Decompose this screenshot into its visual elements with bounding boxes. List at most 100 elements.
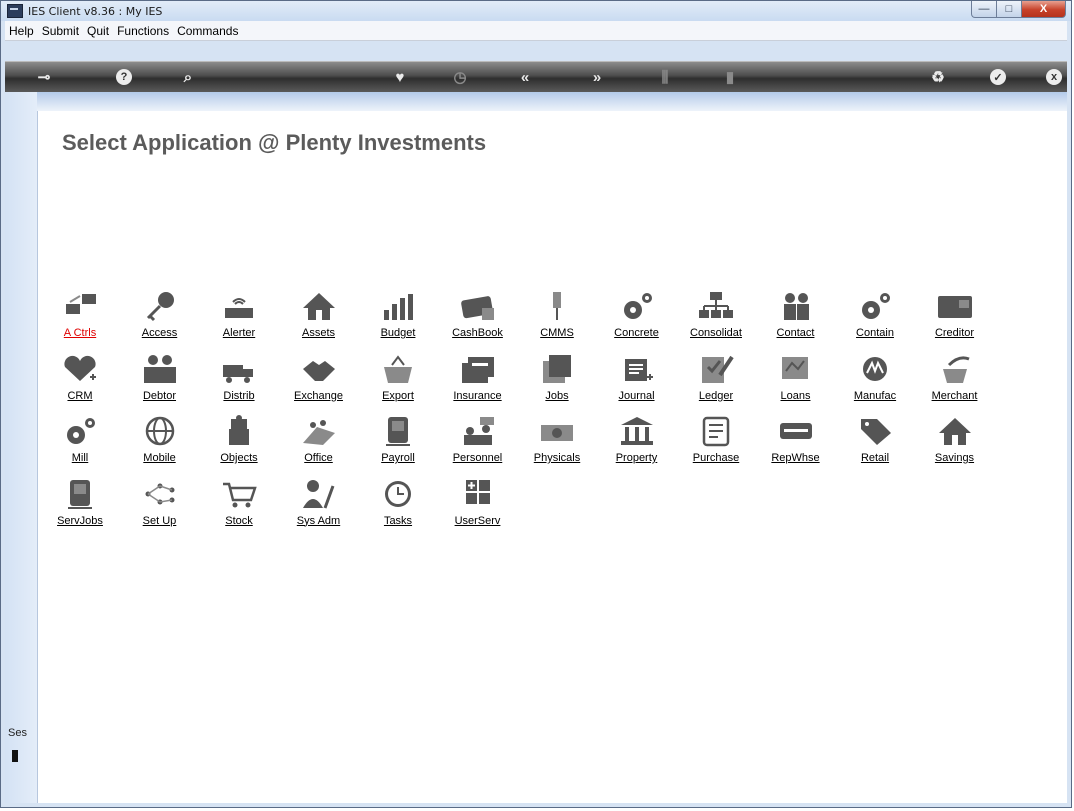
app-label[interactable]: Mobile [117, 452, 203, 464]
monitor-arrow-icon[interactable] [60, 290, 100, 322]
menu-quit[interactable]: Quit [83, 24, 113, 38]
org-chart-icon[interactable] [696, 290, 736, 322]
printer-icon[interactable] [776, 415, 816, 447]
gears-icon[interactable] [60, 415, 100, 447]
loan-icon[interactable] [776, 353, 816, 385]
app-label[interactable]: Objects [196, 452, 282, 464]
app-item-jobs[interactable]: Jobs [514, 353, 600, 413]
app-item-set-up[interactable]: Set Up [117, 478, 203, 538]
folders-icon[interactable] [458, 353, 498, 385]
app-label[interactable]: Property [594, 452, 680, 464]
app-label[interactable]: Stock [196, 515, 282, 527]
app-label[interactable]: Sys Adm [276, 515, 362, 527]
admin-icon[interactable] [299, 478, 339, 510]
app-item-access[interactable]: Access [117, 290, 203, 350]
app-label[interactable]: Debtor [117, 390, 203, 402]
heart-icon[interactable]: ♥ [385, 62, 415, 92]
app-item-crm[interactable]: CRM [37, 353, 123, 413]
app-item-personnel[interactable]: Personnel [435, 415, 521, 475]
app-label[interactable]: Exchange [276, 390, 362, 402]
ledger-icon[interactable] [696, 353, 736, 385]
title-bar[interactable]: IES Client v8.36 : My IES — □ X [1, 1, 1071, 21]
sale-tag-icon[interactable] [855, 415, 895, 447]
app-label[interactable]: Contain [832, 327, 918, 339]
app-item-concrete[interactable]: Concrete [594, 290, 680, 350]
truck-icon[interactable] [219, 353, 259, 385]
app-label[interactable]: Merchant [912, 390, 998, 402]
merchant-icon[interactable] [935, 353, 975, 385]
bank-icon[interactable] [617, 415, 657, 447]
close-button[interactable]: X [1022, 1, 1066, 18]
app-item-contain[interactable]: Contain [832, 290, 918, 350]
app-item-exchange[interactable]: Exchange [276, 353, 362, 413]
key-icon[interactable] [140, 290, 180, 322]
app-label[interactable]: Access [117, 327, 203, 339]
app-label[interactable]: Mill [37, 452, 123, 464]
app-label[interactable]: Ledger [673, 390, 759, 402]
app-label[interactable]: Savings [912, 452, 998, 464]
app-item-distrib[interactable]: Distrib [196, 353, 282, 413]
pin-icon[interactable] [537, 290, 577, 322]
maximize-button[interactable]: □ [997, 1, 1022, 18]
app-label[interactable]: Set Up [117, 515, 203, 527]
app-item-creditor[interactable]: Creditor [912, 290, 998, 350]
credit-card-icon[interactable] [458, 290, 498, 322]
app-label[interactable]: Loans [753, 390, 839, 402]
app-item-purchase[interactable]: Purchase [673, 415, 759, 475]
group-icon[interactable] [140, 353, 180, 385]
globe-icon[interactable] [140, 415, 180, 447]
page-icon[interactable]: ▮ [715, 62, 745, 92]
app-item-ledger[interactable]: Ledger [673, 353, 759, 413]
card-reader-icon[interactable] [935, 290, 975, 322]
app-label[interactable]: Distrib [196, 390, 282, 402]
app-item-property[interactable]: Property [594, 415, 680, 475]
app-item-cmms[interactable]: CMMS [514, 290, 600, 350]
app-label[interactable]: Payroll [355, 452, 441, 464]
home-icon[interactable] [299, 290, 339, 322]
close-icon[interactable]: x [1039, 62, 1069, 92]
app-item-a-ctrls[interactable]: A Ctrls [37, 290, 123, 350]
check-icon[interactable]: ✓ [983, 62, 1013, 92]
menu-help[interactable]: Help [5, 24, 38, 38]
app-item-payroll[interactable]: Payroll [355, 415, 441, 475]
menu-submit[interactable]: Submit [38, 24, 83, 38]
manufacture-icon[interactable] [855, 353, 895, 385]
app-item-merchant[interactable]: Merchant [912, 353, 998, 413]
app-label[interactable]: CashBook [435, 327, 521, 339]
app-label[interactable]: Creditor [912, 327, 998, 339]
app-item-cashbook[interactable]: CashBook [435, 290, 521, 350]
app-label[interactable]: Jobs [514, 390, 600, 402]
network-icon[interactable] [140, 478, 180, 510]
app-label[interactable]: Contact [753, 327, 839, 339]
heart-plus-icon[interactable] [60, 353, 100, 385]
app-item-physicals[interactable]: Physicals [514, 415, 600, 475]
app-item-stock[interactable]: Stock [196, 478, 282, 538]
office-icon[interactable] [299, 415, 339, 447]
puzzle-icon[interactable] [219, 415, 259, 447]
columns-icon[interactable]: ⫼ [650, 62, 680, 92]
app-label[interactable]: Tasks [355, 515, 441, 527]
menu-commands[interactable]: Commands [173, 24, 242, 38]
basket-icon[interactable] [378, 353, 418, 385]
app-label[interactable]: Journal [594, 390, 680, 402]
app-label[interactable]: CRM [37, 390, 123, 402]
app-item-mill[interactable]: Mill [37, 415, 123, 475]
payroll-icon[interactable] [60, 478, 100, 510]
app-item-userserv[interactable]: UserServ [435, 478, 521, 538]
money-icon[interactable] [537, 415, 577, 447]
journal-icon[interactable] [617, 353, 657, 385]
app-item-export[interactable]: Export [355, 353, 441, 413]
app-item-tasks[interactable]: Tasks [355, 478, 441, 538]
people-icon[interactable] [776, 290, 816, 322]
home-icon[interactable] [935, 415, 975, 447]
cart-icon[interactable] [219, 478, 259, 510]
app-label[interactable]: CMMS [514, 327, 600, 339]
app-label[interactable]: Physicals [514, 452, 600, 464]
app-label[interactable]: Assets [276, 327, 362, 339]
app-label[interactable]: Concrete [594, 327, 680, 339]
app-item-manufac[interactable]: Manufac [832, 353, 918, 413]
minimize-button[interactable]: — [971, 1, 997, 18]
app-item-mobile[interactable]: Mobile [117, 415, 203, 475]
app-label[interactable]: UserServ [435, 515, 521, 527]
help-icon[interactable]: ? [109, 62, 139, 92]
